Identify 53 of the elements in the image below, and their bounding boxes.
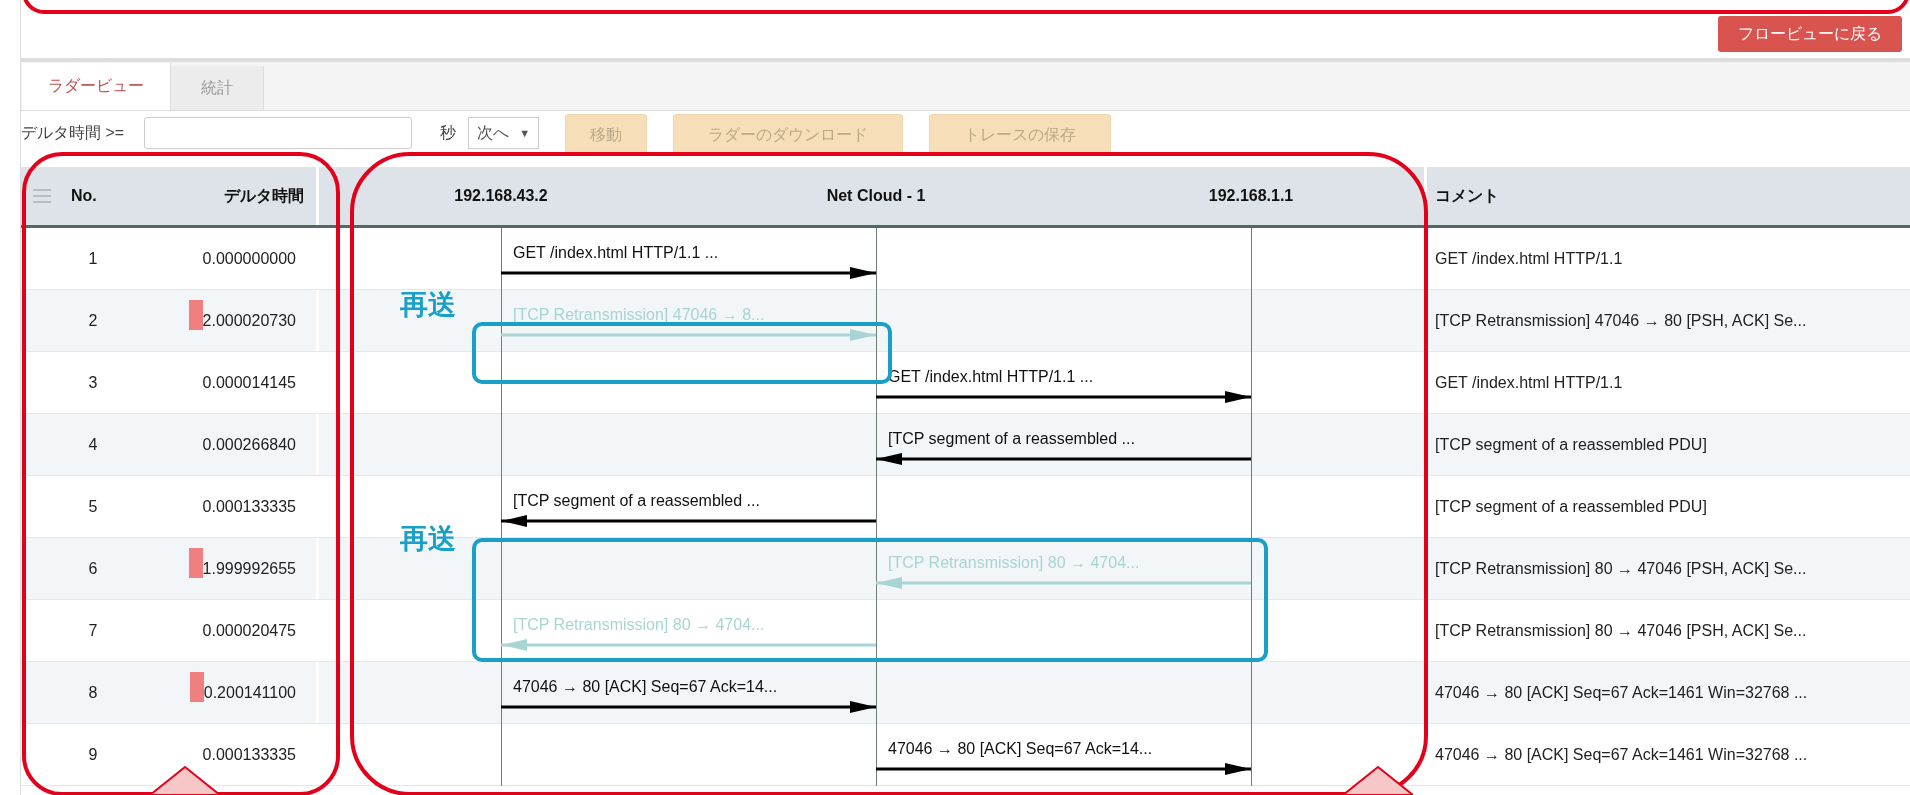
table-cell-text: [TCP Retransmission] 80 → 47046 [PSH, ACK] Se... [1434,620,1808,641]
table-cell-text: 47046 → 80 [ACK] Seq=67 Ack=1461 Win=32768 ... [1434,744,1809,765]
unit-label: 秒 [440,122,457,143]
delta-time-label: デルタ時間 >= [21,122,125,143]
table-cell: 0.000014145 [202,373,296,392]
column-header: Net Cloud - 1 [826,187,926,205]
callout-tail-icon [1343,765,1413,795]
table-cell: 0.000133335 [202,745,296,764]
table-cell: 0.000266840 [202,435,296,454]
table-cell: 1.999992655 [202,559,296,578]
message-label: GET /index.html HTTP/1.1 ... [513,244,719,262]
table-cell-text: 2 [87,311,99,330]
back-to-flow-view-button[interactable]: フロービューに戻る [1718,16,1902,52]
table-cell-text: 5 [87,497,99,516]
table-cell: 2.000020730 [202,311,296,330]
column-header: コメント [1435,185,1499,206]
column-header: No. [71,187,97,205]
table-cell-text: 8 [87,683,99,702]
table-cell-text: 9 [87,745,99,764]
tab[interactable]: ラダービュー [22,63,171,110]
message-label: [TCP segment of a reassembled ... [513,492,760,510]
delta-time-input[interactable] [144,117,413,149]
callout-tail-icon [150,765,220,795]
message-label: 47046 → 80 [ACK] Seq=67 Ack=14... [513,678,778,696]
column-header: 192.168.43.2 [454,187,548,205]
table-cell-text: 6 [87,559,99,578]
message-label: [TCP segment of a reassembled ... [888,430,1135,448]
message-label: 47046 → 80 [ACK] Seq=67 Ack=14... [888,740,1153,758]
column-header: デルタ時間 [224,185,304,206]
table-cell-text: [TCP segment of a reassembled PDU] [1434,496,1708,517]
direction-select[interactable]: 次へ ▼ [468,117,540,149]
callout-label: 再送 [400,288,456,322]
table-cell: 0.200141100 [203,683,296,702]
message-label: [TCP Retransmission] 80 → 4704... [513,616,765,634]
table-cell: 0.000020475 [202,621,296,640]
table-cell-text: 7 [87,621,99,640]
table-cell-text: 47046 → 80 [ACK] Seq=67 Ack=1461 Win=32768 ... [1434,682,1809,703]
table-cell-text: GET /index.html HTTP/1.1 [1434,248,1624,269]
table-cell-text: [TCP Retransmission] 47046 → 80 [PSH, ACK] Se... [1434,310,1808,331]
table-cell: 0.000000000 [202,249,296,268]
table-cell-text: 4 [87,435,99,454]
tab[interactable]: 統計 [171,66,264,110]
table-cell-text: [TCP segment of a reassembled PDU] [1434,434,1708,455]
message-label: [TCP Retransmission] 80 → 4704... [888,554,1140,572]
column-header: 192.168.1.1 [1208,187,1294,205]
table-cell-text: [TCP Retransmission] 80 → 47046 [PSH, ACK] Se... [1434,558,1808,579]
table-cell: 0.000133335 [202,497,296,516]
menu-icon[interactable] [33,189,51,203]
table-cell-text: GET /index.html HTTP/1.1 [1434,372,1624,393]
table-cell-text: 1 [87,249,99,268]
message-label: [TCP Retransmission] 47046 → 8... [513,306,765,324]
table-cell-text: 3 [87,373,99,392]
callout-label: 再送 [400,522,456,556]
